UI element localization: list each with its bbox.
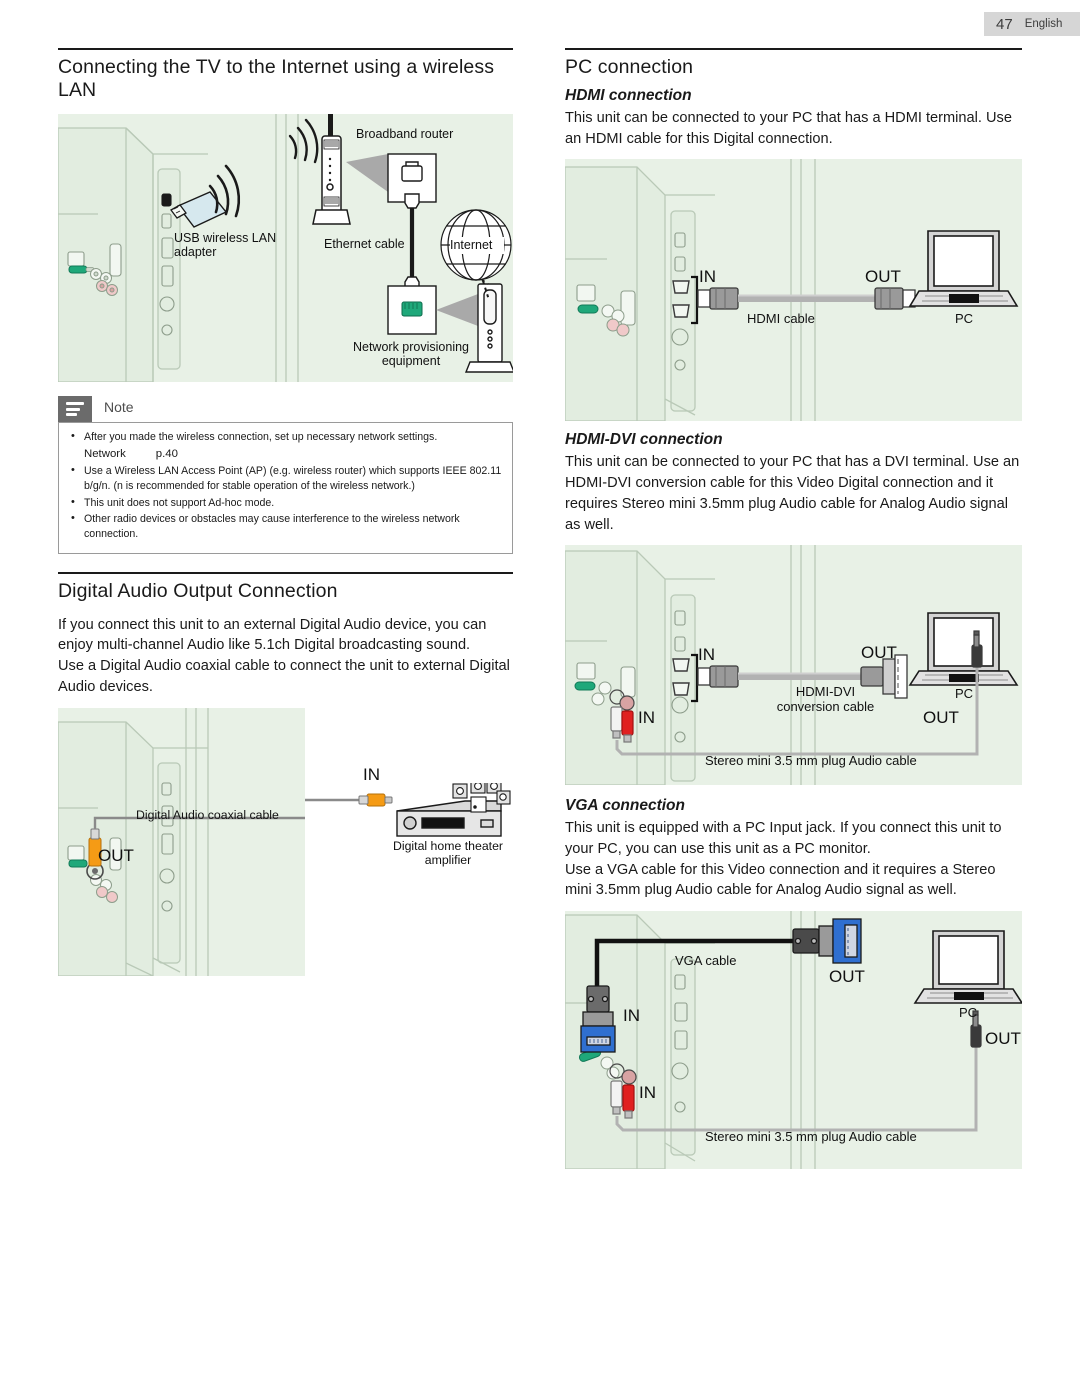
section-rule [58,571,513,574]
label-dvi-out-audio: OUT [923,708,959,728]
pc-connection-title: PC connection [565,56,694,78]
label-hdmi-out: OUT [865,267,901,287]
note-list-icon [58,396,92,422]
label-vga-out-video: OUT [829,967,865,987]
note-network-link[interactable]: Network [84,448,126,460]
label-dvi-audio-cable: Stereo mini 3.5 mm plug Audio cable [705,753,917,769]
note-header: Note [58,396,513,422]
vga-subtitle: VGA connection [565,797,685,815]
label-network-equipment: Network provisioning equipment [352,340,470,368]
vga-paragraph-2: Use a VGA cable for this Video connectio… [565,861,996,899]
wireless-lan-figure: USB wireless LAN adapter Broadband route… [58,114,513,382]
hdmi-subtitle: HDMI connection [565,87,692,104]
label-vga-in-video: IN [623,1006,640,1026]
label-dvi-pc: PC [955,686,974,702]
label-dvi-in-audio: IN [638,708,655,728]
label-vga-pc: PC [959,1005,978,1021]
label-amp-in: IN [363,765,380,784]
label-hdmi-cable: HDMI cable [747,311,815,327]
section-rule [58,48,513,50]
label-vga-cable: VGA cable [675,953,737,969]
note-item: Other radio devices or obstacles may cau… [69,511,502,543]
label-dvi-out-video: OUT [861,643,897,663]
label-internet: Internet [450,238,493,252]
digital-audio-title: Digital Audio Output Connection [58,579,338,602]
hdmi-dvi-figure: IN OUT HDMI-DVI conversion cable PC IN O… [565,545,1022,786]
note-box: Note After you made the wireless connect… [58,396,513,554]
note-body: After you made the wireless connection, … [58,422,513,554]
digital-audio-section: Digital Audio Output Connection If you c… [58,571,513,698]
label-coax-out: OUT [98,845,134,865]
page-title: Connecting the TV to the Internet using … [58,56,495,101]
label-coax-cable: Digital Audio coaxial cable [136,807,279,822]
right-column: PC connection HDMI connection This unit … [565,48,1022,1170]
label-dvi-cable: HDMI-DVI conversion cable [776,684,875,715]
digital-audio-amplifier-group: IN Digital home theater amplifier [305,765,513,903]
note-item: Use a Wireless LAN Access Point (AP) (e.… [69,463,502,495]
label-hdmi-pc: PC [955,311,974,327]
page-header: 47 English [984,12,1080,36]
hdmi-paragraph: This unit can be connected to your PC th… [565,110,1012,147]
label-vga-in-audio: IN [639,1083,656,1103]
vga-paragraph-1: This unit is equipped with a PC Input ja… [565,820,1002,858]
left-column: Connecting the TV to the Internet using … [58,48,513,976]
digital-audio-figure: Digital Audio coaxial cable OUT [58,707,305,976]
section-rule [565,48,1022,50]
hdmi-figure: IN OUT HDMI cable PC [565,159,1022,422]
digital-audio-paragraph-1: If you connect this unit to an external … [58,616,487,654]
label-amplifier: Digital home theater amplifier [392,839,504,867]
page-number: 47 [996,15,1013,33]
label-broadband-router: Broadband router [356,127,454,141]
label-hdmi-in: IN [699,267,716,287]
label-ethernet-cable: Ethernet cable [324,237,405,251]
label-vga-out-audio: OUT [985,1029,1021,1049]
note-item: After you made the wireless connection, … [69,429,502,463]
label-vga-audio-cable: Stereo mini 3.5 mm plug Audio cable [705,1129,917,1145]
note-label: Note [104,399,134,415]
hdmi-dvi-paragraph: This unit can be connected to your PC th… [565,454,1020,533]
label-usb-adapter: USB wireless LAN adapter [174,231,277,259]
page-language: English [1024,18,1063,30]
label-dvi-in-video: IN [698,645,715,665]
vga-figure: VGA cable OUT IN PC OUT IN Stereo mini 3… [565,911,1022,1170]
digital-audio-paragraph-2: Use a Digital Audio coaxial cable to con… [58,658,510,695]
hdmi-dvi-subtitle: HDMI-DVI connection [565,431,723,449]
note-network-page[interactable]: p.40 [156,448,178,460]
note-item: This unit does not support Ad-hoc mode. [69,495,502,511]
